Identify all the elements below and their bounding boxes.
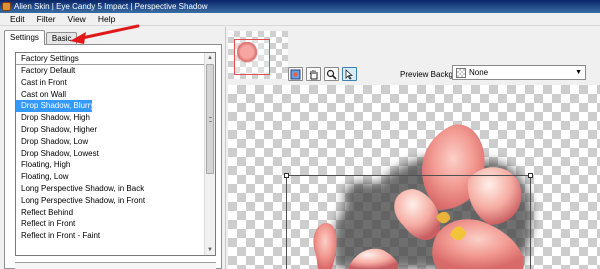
preview-panel: Preview Background: None ▼ [226, 27, 600, 269]
list-item[interactable]: Reflect in Front - Faint [16, 230, 204, 242]
tab-settings[interactable]: Settings [4, 30, 45, 45]
list-item[interactable]: Drop Shadow, High [16, 112, 204, 124]
bbox-handle-top-right[interactable] [528, 173, 533, 178]
scroll-up-icon[interactable]: ▲ [205, 53, 215, 63]
scrollbar-thumb[interactable] [206, 64, 214, 174]
list-item[interactable]: Cast in Front [16, 77, 204, 89]
list-item[interactable]: Long Perspective Shadow, in Front [16, 195, 204, 207]
list-item[interactable]: Floating, Low [16, 171, 204, 183]
list-item[interactable]: Reflect in Front [16, 218, 204, 230]
window-title: Alien Skin | Eye Candy 5 Impact | Perspe… [14, 2, 208, 11]
list-item[interactable]: Reflect Behind [16, 207, 204, 219]
thumbnail-image [237, 42, 257, 64]
list-item[interactable]: Long Perspective Shadow, in Back [16, 183, 204, 195]
list-item[interactable]: Cast on Wall [16, 89, 204, 101]
scroll-down-icon[interactable]: ▼ [205, 245, 215, 255]
effect-bounding-box[interactable] [286, 175, 531, 269]
settings-list: Factory Default Cast in Front Cast on Wa… [16, 65, 204, 242]
settings-listbox[interactable]: Factory Settings Factory Default Cast in… [15, 52, 216, 256]
transparency-swatch [456, 67, 466, 78]
list-item-selected[interactable]: Drop Shadow, Blurry [16, 100, 94, 113]
menu-help[interactable]: Help [96, 14, 117, 24]
list-item[interactable]: Drop Shadow, Higher [16, 124, 204, 136]
lower-panel-edge [15, 262, 216, 269]
list-item[interactable]: Floating, High [16, 159, 204, 171]
app-icon [2, 2, 11, 11]
preview-toolbar [288, 67, 357, 81]
menu-edit[interactable]: Edit [8, 14, 27, 24]
title-bar: Alien Skin | Eye Candy 5 Impact | Perspe… [0, 0, 600, 13]
preview-background-select[interactable]: None ▼ [452, 65, 586, 80]
zoom-icon[interactable] [324, 67, 339, 81]
list-scrollbar[interactable]: ▲ ▼ [204, 53, 215, 255]
scrollbar-grip [209, 117, 212, 122]
navigator-thumbnail[interactable] [228, 31, 288, 79]
pointer-icon[interactable] [342, 67, 357, 81]
preview-background-value: None [469, 68, 489, 77]
bbox-handle-top-left[interactable] [284, 173, 289, 178]
hand-icon[interactable] [306, 67, 321, 81]
menu-view[interactable]: View [66, 14, 88, 24]
list-item[interactable]: Factory Default [16, 65, 204, 77]
preview-canvas[interactable] [228, 85, 600, 269]
list-group-header: Factory Settings [16, 53, 215, 65]
list-item[interactable]: Drop Shadow, Lowest [16, 148, 204, 160]
menu-filter[interactable]: Filter [35, 14, 58, 24]
preview-toggle-icon[interactable] [288, 67, 303, 81]
annotation-arrow [70, 24, 140, 44]
list-item[interactable]: Drop Shadow, Low [16, 136, 204, 148]
chevron-down-icon[interactable]: ▼ [575, 69, 582, 76]
